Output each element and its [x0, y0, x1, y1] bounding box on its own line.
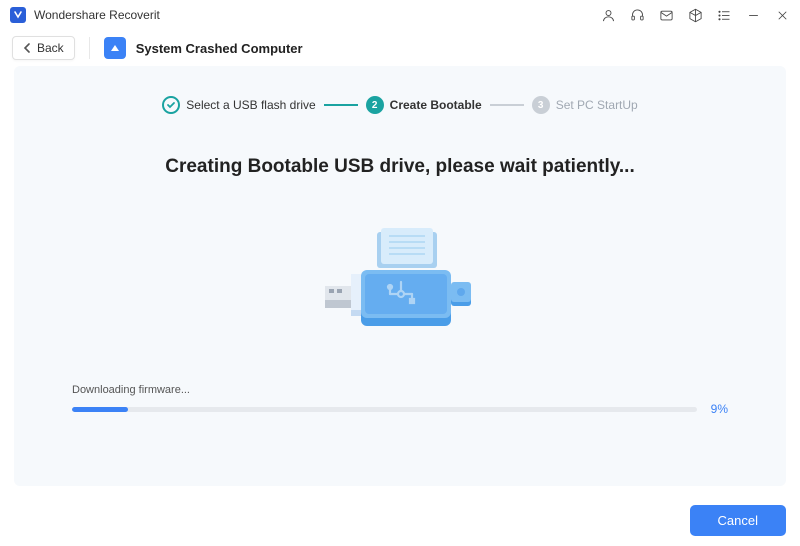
footer: Cancel [690, 505, 786, 536]
progress-row: 9% [72, 402, 728, 416]
step-2-label: Create Bootable [390, 98, 482, 112]
progress-percent: 9% [711, 402, 728, 416]
step-2-number: 2 [366, 96, 384, 114]
progress-bar [72, 407, 697, 412]
step-line-2 [490, 104, 524, 106]
step-3-label: Set PC StartUp [556, 98, 638, 112]
step-1-label: Select a USB flash drive [186, 98, 315, 112]
user-icon[interactable] [601, 8, 616, 23]
package-icon[interactable] [688, 8, 703, 23]
navbar: Back System Crashed Computer [0, 30, 800, 66]
page-title: System Crashed Computer [136, 41, 303, 56]
divider [89, 37, 90, 59]
titlebar-left: Wondershare Recoverit [10, 7, 160, 23]
cancel-button[interactable]: Cancel [690, 505, 786, 536]
back-button[interactable]: Back [12, 36, 75, 60]
step-3: 3 Set PC StartUp [532, 96, 638, 114]
step-1: Select a USB flash drive [162, 96, 315, 114]
app-logo-icon [10, 7, 26, 23]
step-3-number: 3 [532, 96, 550, 114]
step-2: 2 Create Bootable [366, 96, 482, 114]
check-icon [162, 96, 180, 114]
progress-fill [72, 407, 128, 412]
page-icon [104, 37, 126, 59]
list-icon[interactable] [717, 8, 732, 23]
chevron-left-icon [23, 43, 31, 53]
close-icon[interactable] [775, 8, 790, 23]
minimize-icon[interactable] [746, 8, 761, 23]
heading: Creating Bootable USB drive, please wait… [72, 156, 728, 178]
app-title: Wondershare Recoverit [34, 8, 160, 22]
step-line-1 [324, 104, 358, 106]
status-text: Downloading firmware... [72, 384, 728, 396]
headset-icon[interactable] [630, 8, 645, 23]
progress-section: Downloading firmware... 9% [72, 384, 728, 416]
back-label: Back [37, 41, 64, 55]
titlebar: Wondershare Recoverit [0, 0, 800, 30]
content-panel: Select a USB flash drive 2 Create Bootab… [14, 66, 786, 486]
stepper: Select a USB flash drive 2 Create Bootab… [72, 96, 728, 114]
mail-icon[interactable] [659, 8, 674, 23]
titlebar-right [601, 8, 790, 23]
usb-illustration [72, 226, 728, 336]
